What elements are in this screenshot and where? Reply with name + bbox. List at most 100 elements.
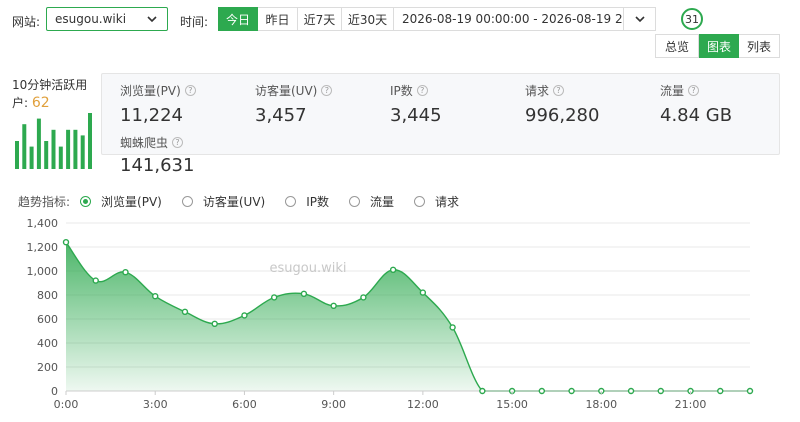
tab-overview[interactable]: 总览 xyxy=(655,34,699,58)
data-point[interactable] xyxy=(270,294,278,301)
data-point[interactable] xyxy=(657,387,664,395)
time-label: 时间: xyxy=(180,15,209,29)
stat-uv-label: 访客量(UV) xyxy=(255,84,318,98)
data-point[interactable] xyxy=(717,387,724,395)
view-mode-tabs: 总览 图表 列表 xyxy=(655,34,780,58)
data-point[interactable] xyxy=(152,292,159,300)
chevron-down-icon xyxy=(634,16,645,23)
trend-option-pv[interactable]: 浏览量(PV) xyxy=(80,193,162,210)
site-select[interactable]: esugou.wiki xyxy=(46,7,168,31)
refresh-countdown[interactable]: 31 xyxy=(681,8,703,30)
chart-watermark: esugou.wiki xyxy=(270,261,347,276)
trend-option-ip[interactable]: IP数 xyxy=(285,193,329,210)
trend-option-traffic[interactable]: 流量 xyxy=(349,193,394,210)
stat-requests: 请求? 996,280 xyxy=(525,82,599,126)
site-select-value: esugou.wiki xyxy=(55,12,127,26)
sparkline-bar xyxy=(22,124,27,169)
y-tick-label: 1,400 xyxy=(27,217,59,230)
trend-label: 趋势指标: xyxy=(18,195,71,209)
y-tick-label: 200 xyxy=(37,361,58,374)
help-icon[interactable]: ? xyxy=(184,85,196,96)
data-point[interactable] xyxy=(211,320,218,328)
help-icon[interactable]: ? xyxy=(688,85,700,96)
trend-selector: 趋势指标: 浏览量(PV) 访客量(UV) IP数 流量 请求 xyxy=(18,193,479,210)
data-point[interactable] xyxy=(62,239,70,246)
x-tick-label: 9:00 xyxy=(321,398,346,411)
data-point[interactable] xyxy=(330,302,337,310)
radio-icon[interactable] xyxy=(181,196,193,207)
data-point[interactable] xyxy=(419,289,427,296)
trend-option-label: 访客量(UV) xyxy=(202,195,266,209)
data-point[interactable] xyxy=(360,294,367,301)
data-point[interactable] xyxy=(479,387,486,395)
series-area xyxy=(66,242,750,391)
help-icon[interactable]: ? xyxy=(321,85,333,96)
data-point[interactable] xyxy=(122,269,129,276)
data-point[interactable] xyxy=(538,387,546,395)
x-tick-label: 15:00 xyxy=(496,398,528,411)
date-range-input[interactable]: 2026-08-19 00:00:00 - 2026-08-19 23:59:5… xyxy=(394,7,624,31)
sparkline-bar xyxy=(44,141,49,169)
data-point[interactable] xyxy=(300,290,308,298)
stat-ip: IP数? 3,445 xyxy=(390,82,442,126)
active-users-count: 62 xyxy=(31,95,50,111)
sparkline-bar xyxy=(66,129,71,169)
radio-icon[interactable] xyxy=(80,196,92,207)
help-icon[interactable]: ? xyxy=(416,85,428,96)
stat-ip-label: IP数 xyxy=(390,84,413,98)
trend-option-label: 流量 xyxy=(370,195,395,209)
sparkline-bar xyxy=(36,118,41,169)
trend-chart: 0 200 400 600 800 1,000 1,200 1,400 esugou.wiki 0… xyxy=(27,217,754,411)
stat-pv: 浏览量(PV)? 11,224 xyxy=(120,82,196,126)
stat-requests-label: 请求 xyxy=(525,84,550,98)
range-30days-button[interactable]: 近30天 xyxy=(342,7,394,31)
stat-uv: 访客量(UV)? 3,457 xyxy=(255,82,333,126)
stat-requests-value: 996,280 xyxy=(525,105,600,126)
range-yesterday-button[interactable]: 昨日 xyxy=(258,7,298,31)
x-tick-label: 3:00 xyxy=(143,398,168,411)
stat-pv-label: 浏览量(PV) xyxy=(120,84,181,98)
data-point[interactable] xyxy=(746,387,754,395)
stat-spiders: 蜘蛛爬虫? 141,631 xyxy=(120,134,194,176)
data-point[interactable] xyxy=(568,387,575,395)
data-point[interactable] xyxy=(449,324,456,331)
chevron-down-icon xyxy=(147,16,157,23)
help-icon[interactable]: ? xyxy=(553,85,565,96)
data-point[interactable] xyxy=(181,308,189,316)
radio-icon[interactable] xyxy=(349,196,360,207)
y-tick-label: 600 xyxy=(37,313,58,326)
trend-option-label: IP数 xyxy=(306,195,329,209)
data-point[interactable] xyxy=(389,266,397,273)
trend-option-label: 浏览量(PV) xyxy=(101,195,162,209)
stat-traffic-label: 流量 xyxy=(660,84,685,98)
data-point[interactable] xyxy=(92,277,99,284)
x-tick-label: 18:00 xyxy=(585,398,617,411)
tab-list[interactable]: 列表 xyxy=(739,34,780,58)
sparkline-bar xyxy=(80,135,85,169)
range-7days-button[interactable]: 近7天 xyxy=(298,7,342,31)
date-range-dropdown[interactable] xyxy=(624,7,656,31)
sparkline-bar xyxy=(29,146,34,169)
data-point[interactable] xyxy=(241,312,248,319)
x-tick-label: 6:00 xyxy=(232,398,257,411)
stat-spiders-label: 蜘蛛爬虫 xyxy=(120,136,169,150)
x-tick-label: 21:00 xyxy=(675,398,707,411)
radio-icon[interactable] xyxy=(414,196,426,207)
sparkline-bar xyxy=(58,146,63,169)
stat-ip-value: 3,445 xyxy=(390,105,442,126)
active-users: 10分钟活跃用户: 62 xyxy=(12,76,92,112)
trend-option-uv[interactable]: 访客量(UV) xyxy=(181,193,266,210)
tab-chart[interactable]: 图表 xyxy=(699,34,739,58)
data-point[interactable] xyxy=(627,387,635,395)
radio-icon[interactable] xyxy=(285,196,297,207)
x-tick-label: 0:00 xyxy=(54,398,79,411)
stat-traffic: 流量? 4.84 GB xyxy=(660,82,732,126)
trend-option-requests[interactable]: 请求 xyxy=(414,193,459,210)
stat-traffic-value: 4.84 GB xyxy=(660,105,733,126)
stat-uv-value: 3,457 xyxy=(255,105,307,126)
sparkline-bar xyxy=(51,129,56,169)
x-tick-label: 12:00 xyxy=(407,398,439,411)
range-today-button[interactable]: 今日 xyxy=(218,7,258,31)
help-icon[interactable]: ? xyxy=(172,137,184,148)
stat-pv-value: 11,224 xyxy=(120,105,183,126)
